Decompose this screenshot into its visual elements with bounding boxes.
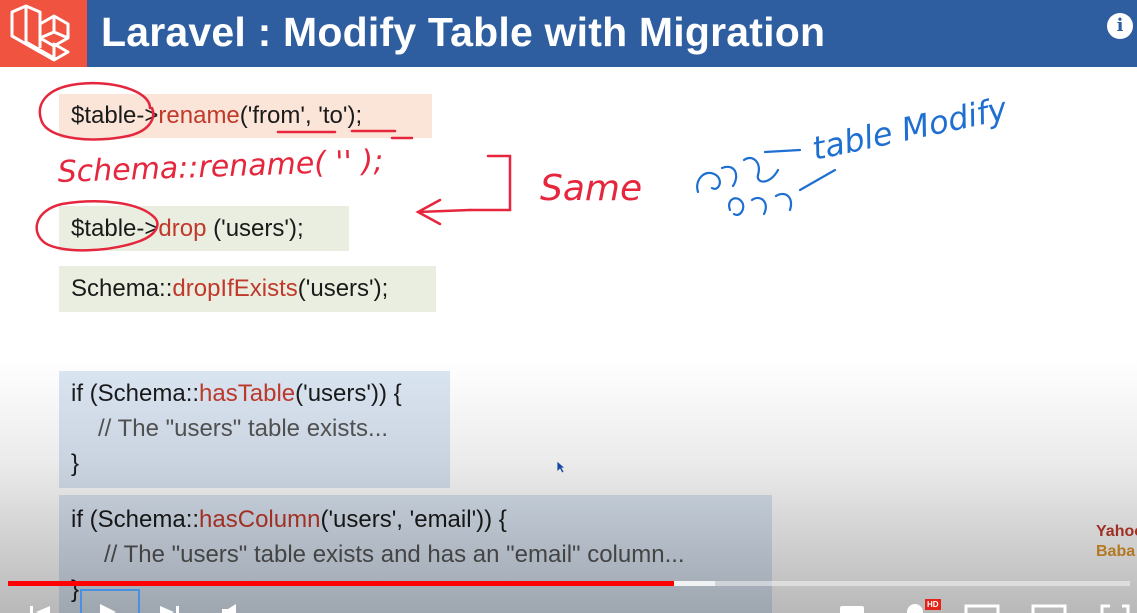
bracket-mark [468, 154, 512, 212]
mouse-cursor-icon [556, 460, 566, 474]
fullscreen-icon[interactable] [1100, 604, 1130, 613]
watermark-line: Baba [1096, 543, 1136, 560]
handwritten-same: Same [540, 168, 642, 209]
handwritten-table-modify: table Modify [809, 89, 1011, 168]
arrow-mark [415, 198, 472, 226]
pen-annotations: Schema::rename( '' ); Same table Modify [35, 81, 1011, 252]
subtitles-icon[interactable] [840, 606, 864, 613]
watermark-line: Yahoo [1096, 523, 1137, 540]
player-controls [30, 604, 1130, 613]
settings-icon[interactable] [907, 604, 923, 613]
circle-mark [35, 200, 159, 252]
underline-mark [276, 129, 414, 140]
previous-icon[interactable] [30, 606, 50, 613]
channel-watermark: Yahoo Baba [1096, 522, 1137, 562]
handwritten-schema-rename: Schema::rename( '' ); [57, 144, 384, 190]
volume-icon[interactable] [222, 604, 236, 613]
progress-played[interactable] [8, 581, 675, 586]
circle-mark [38, 81, 155, 141]
next-icon[interactable] [160, 606, 179, 613]
miniplayer-icon[interactable] [964, 604, 1000, 613]
play-icon[interactable] [100, 604, 116, 613]
theater-icon[interactable] [1031, 604, 1067, 613]
hd-badge: HD [925, 599, 941, 610]
